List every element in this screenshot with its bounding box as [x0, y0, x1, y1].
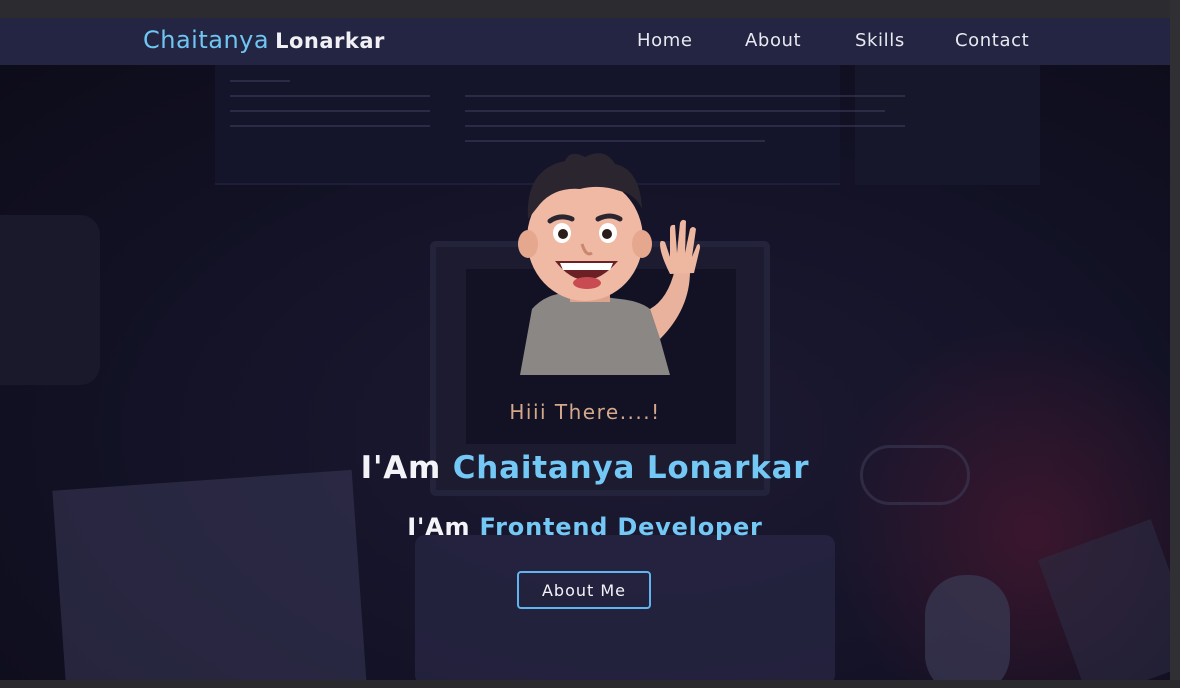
brand-last-name: Lonarkar: [275, 29, 385, 53]
nav-skills-link[interactable]: Skills: [855, 30, 905, 51]
background-code-line: [230, 95, 430, 97]
headline-name: Chaitanya Lonarkar: [452, 450, 810, 486]
nav-about-link[interactable]: About: [745, 30, 801, 51]
background-cup: [0, 215, 100, 385]
subline-prefix: I'Am: [407, 513, 471, 541]
about-me-button[interactable]: About Me: [517, 571, 651, 609]
background-code-line: [230, 125, 430, 127]
headline-prefix: I'Am: [360, 450, 442, 486]
background-code-line: [465, 110, 885, 112]
hero-greeting: Hiii There....!: [509, 400, 661, 424]
background-code-line: [465, 140, 765, 142]
window-right-edge: [1170, 0, 1180, 688]
hero-subline: I'Am Frontend Developer: [0, 513, 1170, 541]
browser-top-strip: [0, 0, 1180, 18]
background-mouse: [925, 575, 1010, 680]
background-code-line: [230, 110, 430, 112]
background-code-line: [465, 125, 905, 127]
background-flowchart-paper: [52, 469, 368, 680]
background-code-line: [465, 95, 905, 97]
brand-logo[interactable]: Chaitanya Lonarkar: [143, 26, 385, 54]
navbar: Chaitanya Lonarkar Home About Skills Cont…: [0, 18, 1170, 65]
waving-avatar-icon: [518, 153, 700, 375]
subline-role: Frontend Developer: [479, 513, 763, 541]
hero-headline: I'Am Chaitanya Lonarkar: [0, 450, 1170, 486]
nav-contact-link[interactable]: Contact: [955, 30, 1029, 51]
window-bottom-edge: [0, 680, 1180, 688]
nav-home-link[interactable]: Home: [637, 30, 693, 51]
brand-first-name: Chaitanya: [143, 26, 270, 54]
background-code-line: [230, 80, 290, 82]
hero-section: Hiii There....! I'Am Chaitanya Lonarkar …: [0, 65, 1170, 680]
